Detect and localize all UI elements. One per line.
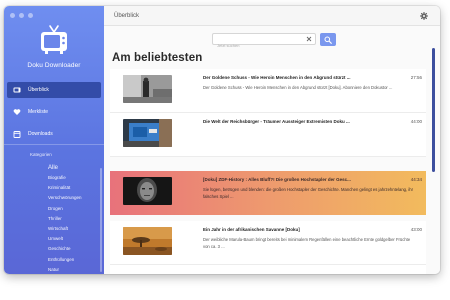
search-icon xyxy=(324,36,332,44)
category-item-all[interactable]: Alle xyxy=(48,163,100,173)
main-scrollbar[interactable] xyxy=(432,48,435,172)
calendar-icon xyxy=(12,129,22,139)
category-item[interactable]: Natur xyxy=(48,265,100,274)
category-item[interactable]: Thriller xyxy=(48,214,100,224)
category-item[interactable]: Biografie xyxy=(48,173,100,183)
window-controls xyxy=(10,13,33,18)
item-description: Der Goldene Schuss - Wie Heroin Menschen… xyxy=(203,85,393,90)
category-list: Alle Biografie Kriminalität Verschwörung… xyxy=(48,163,100,274)
item-title: Der Goldene Schuss - Wie Heroin Menschen… xyxy=(203,75,351,80)
video-thumbnail xyxy=(123,177,172,205)
nav-item-downloads[interactable]: Downloads xyxy=(7,126,101,142)
video-thumbnail xyxy=(123,271,172,274)
section-title: Am beliebtesten xyxy=(112,52,203,64)
title-bar: Überblick xyxy=(104,6,440,26)
category-item[interactable]: Wirtschaft xyxy=(48,224,100,234)
item-description: Der weibliche Marula-Baum bringt bereits… xyxy=(203,237,411,249)
search-field xyxy=(212,33,316,51)
nav-item-label: Überblick xyxy=(28,87,49,93)
page-title: Überblick xyxy=(114,13,140,19)
search-button[interactable] xyxy=(320,33,336,46)
search-input[interactable] xyxy=(213,40,303,51)
list-item[interactable]: Die Welt der Reichsbürger - Träumer Auss… xyxy=(110,113,426,157)
main-content: Überblick Am xyxy=(104,6,440,274)
list-item[interactable]: Ein Jahr in der afrikanischen Savanne [D… xyxy=(110,221,426,265)
nav-item-watchlist[interactable]: Merkliste xyxy=(7,104,101,120)
item-description: Sie lügen, betrügen und blenden: die gro… xyxy=(203,187,413,199)
video-thumbnail xyxy=(123,227,172,255)
item-title: [Doku] ZDF-History : Alles Bluff?! Die g… xyxy=(203,177,351,182)
app-logo xyxy=(4,24,104,58)
nav-item-overview[interactable]: Überblick xyxy=(7,82,101,98)
category-item[interactable]: Kriminalität xyxy=(48,183,100,193)
item-title: Die Welt der Reichsbürger - Träumer Auss… xyxy=(203,119,350,124)
list-item-partial[interactable] xyxy=(110,265,426,274)
tv-small-icon xyxy=(12,85,22,95)
list-item[interactable]: Der Goldene Schuss - Wie Heroin Menschen… xyxy=(110,69,426,113)
sidebar-scrollbar[interactable] xyxy=(100,168,102,272)
close-icon[interactable] xyxy=(305,35,313,43)
video-thumbnail xyxy=(123,119,172,147)
categories-heading: Kategorien xyxy=(30,152,52,157)
sidebar: Doku Downloader Überblick Merkliste Down… xyxy=(4,6,104,274)
item-duration: 44:00 xyxy=(410,119,422,124)
heart-icon xyxy=(12,107,22,117)
item-duration: 43:00 xyxy=(410,227,422,232)
minimize-window-button[interactable] xyxy=(19,13,24,18)
category-item[interactable]: Verschwörungen xyxy=(48,193,100,203)
nav-item-label: Downloads xyxy=(28,131,53,137)
close-window-button[interactable] xyxy=(10,13,15,18)
app-title: Doku Downloader xyxy=(27,62,81,69)
item-duration: 44:34 xyxy=(410,177,422,182)
category-item[interactable]: Geschichte xyxy=(48,244,100,254)
tv-icon xyxy=(41,25,67,54)
nav-item-label: Merkliste xyxy=(28,109,49,115)
category-item[interactable]: Enthüllungen xyxy=(48,255,100,265)
category-item[interactable]: Umwelt xyxy=(48,234,100,244)
app-window: Doku Downloader Überblick Merkliste Down… xyxy=(4,6,440,274)
item-title: Ein Jahr in der afrikanischen Savanne [D… xyxy=(203,227,300,232)
category-item[interactable]: Drogen xyxy=(48,204,100,214)
list-item-highlighted[interactable]: [Doku] ZDF-History : Alles Bluff?! Die g… xyxy=(110,171,426,215)
zoom-window-button[interactable] xyxy=(28,13,33,18)
gear-icon[interactable] xyxy=(420,12,428,20)
item-duration: 27:56 xyxy=(410,75,422,80)
sidebar-divider xyxy=(4,144,104,145)
video-thumbnail xyxy=(123,75,172,103)
